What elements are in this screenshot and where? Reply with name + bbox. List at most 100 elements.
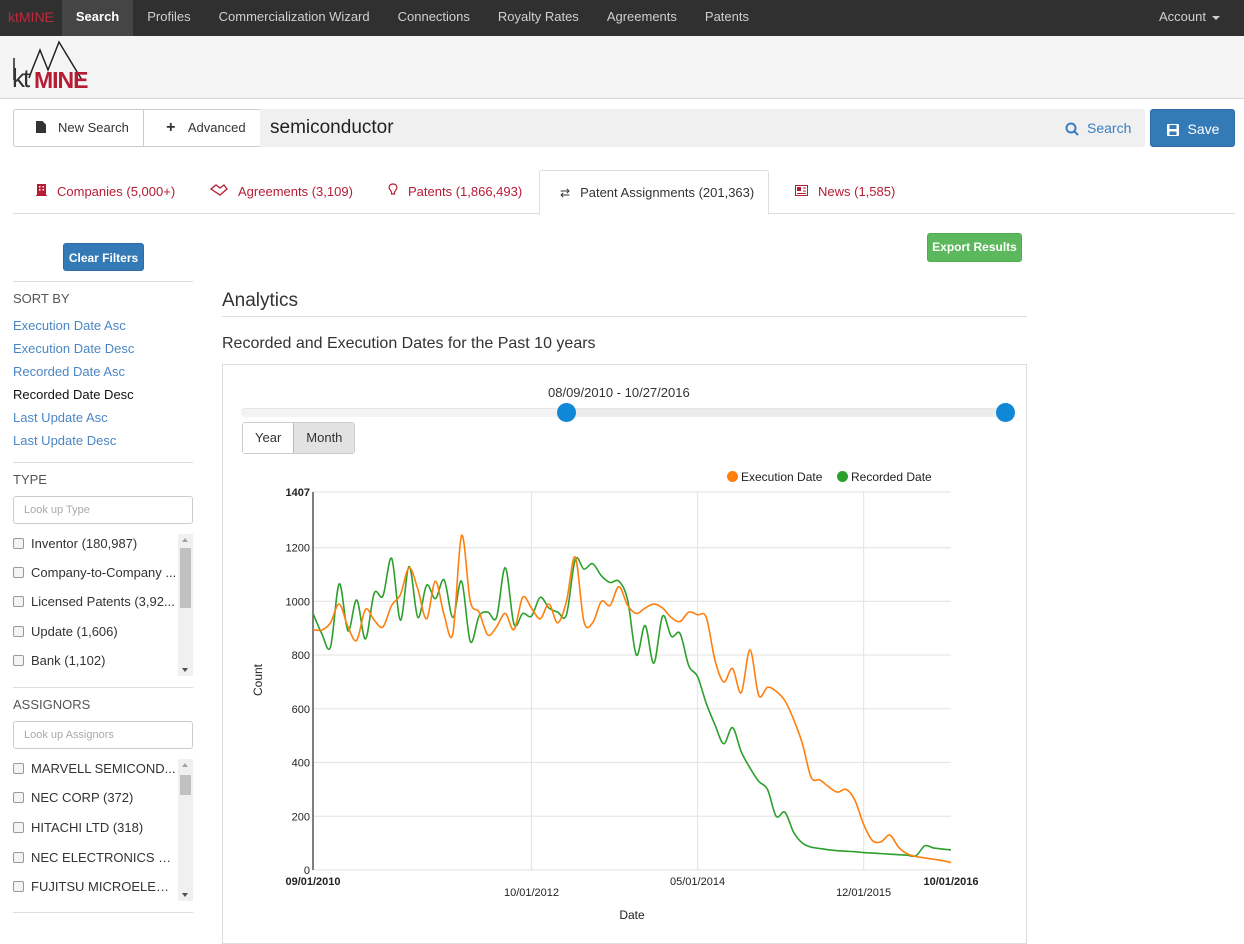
- list-item[interactable]: HITACHI LTD (318): [13, 818, 177, 838]
- month-button[interactable]: Month: [293, 423, 355, 453]
- tab-companies[interactable]: Companies (5,000+): [36, 170, 175, 214]
- checkbox[interactable]: [13, 567, 24, 578]
- item-label: FUJITSU MICROELECT...: [31, 879, 177, 894]
- logo-kt: kt: [12, 63, 30, 93]
- save-button[interactable]: Save: [1150, 109, 1235, 147]
- x-axis-ticks: 09/01/2010 10/01/2012 05/01/2014 12/01/2015…: [285, 876, 978, 899]
- series-line-recorded-date[interactable]: [312, 557, 952, 858]
- plus-icon: +: [166, 119, 176, 136]
- tab-patents-label: Patents (1,866,493): [408, 184, 523, 199]
- item-label: NEC CORP (372): [31, 790, 134, 805]
- tab-agreements[interactable]: Agreements (3,109): [209, 170, 353, 214]
- list-item[interactable]: Bank (1,102): [13, 651, 177, 671]
- search-input[interactable]: [260, 109, 1145, 147]
- item-label: Update (1,606): [31, 624, 118, 639]
- y-axis-ticks: 0200400600800100012001407: [286, 487, 310, 877]
- checkbox[interactable]: [13, 596, 24, 607]
- checkbox[interactable]: [13, 538, 24, 549]
- account-menu[interactable]: Account: [1159, 0, 1220, 36]
- scroll-up-icon[interactable]: [182, 763, 188, 767]
- nav-connections[interactable]: Connections: [384, 0, 484, 36]
- y-tick-label: 1000: [286, 596, 310, 608]
- divider: [13, 462, 193, 463]
- date-range-label: 08/09/2010 - 10/27/2016: [548, 385, 690, 400]
- series-line-execution-date[interactable]: [312, 534, 952, 864]
- checkbox[interactable]: [13, 626, 24, 637]
- nav-royalty-rates[interactable]: Royalty Rates: [484, 0, 593, 36]
- slider-handle-start[interactable]: [557, 403, 577, 422]
- x-tick-label: 10/01/2016: [923, 876, 978, 888]
- date-range-slider[interactable]: [241, 408, 1007, 417]
- checkbox[interactable]: [13, 822, 24, 833]
- sort-execution-date-desc[interactable]: Execution Date Desc: [13, 341, 134, 356]
- sort-last-update-desc[interactable]: Last Update Desc: [13, 433, 116, 448]
- item-label: MARVELL SEMICOND...: [31, 761, 176, 776]
- y-tick-label: 1407: [286, 487, 310, 499]
- list-item[interactable]: NEC CORP (372): [13, 788, 177, 808]
- divider: [13, 687, 193, 688]
- scroll-down-icon[interactable]: [182, 893, 188, 897]
- handshake-icon: [209, 170, 228, 214]
- list-item[interactable]: Licensed Patents (3,92...: [13, 592, 177, 612]
- clear-filters-button[interactable]: Clear Filters: [63, 243, 144, 271]
- sort-execution-date-asc[interactable]: Execution Date Asc: [13, 318, 126, 333]
- search-icon: [1065, 122, 1079, 136]
- tab-news[interactable]: News (1,585): [795, 170, 895, 214]
- y-tick-label: 600: [292, 704, 310, 716]
- assignors-scrollbar[interactable]: [178, 759, 193, 901]
- item-label: HITACHI LTD (318): [31, 820, 144, 835]
- new-search-button[interactable]: New Search: [14, 110, 143, 146]
- scroll-down-icon[interactable]: [182, 668, 188, 672]
- list-item[interactable]: Company-to-Company ...: [13, 563, 177, 583]
- search-actions: New Search + Advanced: [13, 109, 261, 147]
- result-tabs: Companies (5,000+) Agreements (3,109) Pa…: [13, 170, 1235, 215]
- x-tick-label: 12/01/2015: [836, 887, 891, 899]
- nav-search[interactable]: Search: [61, 0, 134, 36]
- newspaper-icon: [795, 170, 808, 214]
- assignors-title: ASSIGNORS: [13, 697, 91, 712]
- sort-recorded-date-asc[interactable]: Recorded Date Asc: [13, 364, 125, 379]
- sort-recorded-date-desc[interactable]: Recorded Date Desc: [13, 387, 134, 402]
- scroll-thumb[interactable]: [180, 775, 191, 795]
- y-tick-label: 200: [292, 811, 310, 823]
- y-tick-label: 1200: [286, 543, 310, 555]
- top-navbar: ktMINE Search Profiles Commercialization…: [0, 0, 1244, 36]
- year-button[interactable]: Year: [243, 423, 294, 453]
- checkbox[interactable]: [13, 852, 24, 863]
- checkbox[interactable]: [13, 763, 24, 774]
- nav-profiles[interactable]: Profiles: [133, 0, 204, 36]
- building-icon: [36, 170, 47, 214]
- list-item[interactable]: Inventor (180,987): [13, 534, 177, 554]
- x-tick-label: 09/01/2010: [285, 876, 340, 888]
- tab-patents[interactable]: Patents (1,866,493): [388, 170, 522, 214]
- scroll-thumb[interactable]: [180, 548, 191, 608]
- analytics-heading: Analytics: [222, 290, 299, 311]
- granularity-toggle: Year Month: [242, 422, 356, 454]
- type-lookup-input[interactable]: [13, 496, 193, 524]
- file-icon: [36, 121, 46, 133]
- list-item[interactable]: FUJITSU MICROELECT...: [13, 877, 177, 897]
- ktmine-logo[interactable]: kt MINE: [12, 40, 88, 96]
- slider-selected-range: [566, 409, 1007, 417]
- list-item[interactable]: Update (1,606): [13, 622, 177, 642]
- type-scrollbar[interactable]: [178, 534, 193, 676]
- scroll-up-icon[interactable]: [182, 538, 188, 542]
- advanced-button[interactable]: + Advanced: [142, 110, 260, 146]
- export-results-button[interactable]: Export Results: [927, 233, 1022, 262]
- brand-link[interactable]: ktMINE: [0, 0, 62, 36]
- nav-commercialization-wizard[interactable]: Commercialization Wizard: [205, 0, 384, 36]
- nav-agreements[interactable]: Agreements: [593, 0, 691, 36]
- list-item[interactable]: MARVELL SEMICOND...: [13, 759, 177, 779]
- nav-patents[interactable]: Patents: [691, 0, 763, 36]
- tab-patent-assignments[interactable]: ⇄ Patent Assignments (201,363): [539, 170, 770, 215]
- checkbox[interactable]: [13, 792, 24, 803]
- slider-handle-end[interactable]: [995, 403, 1015, 422]
- sort-last-update-asc[interactable]: Last Update Asc: [13, 410, 108, 425]
- checkbox[interactable]: [13, 655, 24, 666]
- advanced-label: Advanced: [187, 120, 246, 135]
- assignors-lookup-input[interactable]: [13, 721, 193, 749]
- checkbox[interactable]: [13, 881, 24, 892]
- search-button[interactable]: Search: [1065, 109, 1131, 147]
- list-item[interactable]: NEC ELECTRONICS C...: [13, 848, 177, 868]
- caret-down-icon: [1212, 15, 1220, 20]
